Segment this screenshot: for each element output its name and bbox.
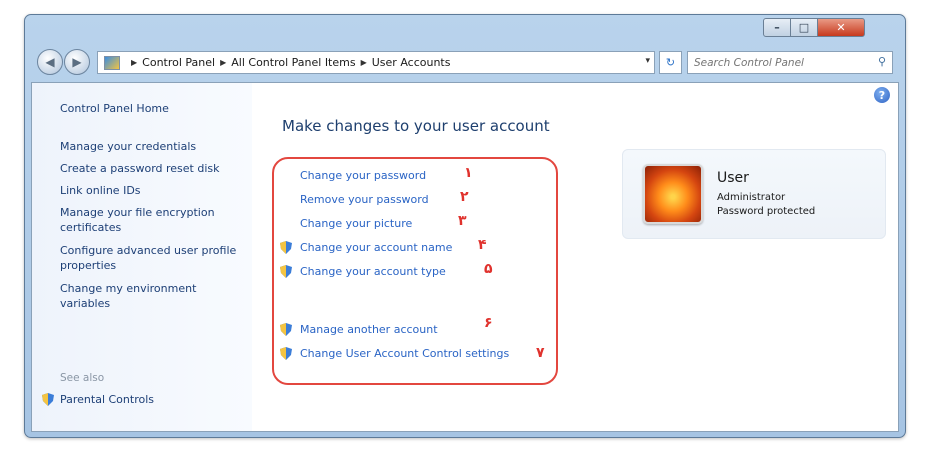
breadcrumb-separator-icon: ▶ bbox=[220, 58, 227, 67]
step-number-4: ۴ bbox=[478, 237, 487, 253]
close-icon: ✕ bbox=[836, 21, 846, 34]
uac-shield-icon bbox=[280, 323, 292, 336]
breadcrumb-separator-icon: ▶ bbox=[360, 58, 367, 67]
refresh-icon: ↻ bbox=[665, 56, 676, 69]
sidebar-link-reset-disk[interactable]: Create a password reset disk bbox=[60, 161, 240, 176]
task-change-picture[interactable]: Change your picture bbox=[280, 217, 412, 230]
task-label: Change your picture bbox=[300, 217, 413, 230]
task-label: Remove your password bbox=[300, 193, 429, 206]
address-bar[interactable]: ▶ Control Panel ▶ All Control Panel Item… bbox=[97, 51, 655, 74]
minimize-button[interactable]: – bbox=[763, 18, 791, 37]
step-number-3: ٣ bbox=[458, 213, 467, 229]
back-arrow-icon: ◀ bbox=[45, 55, 55, 69]
task-uac-settings[interactable]: Change User Account Control settings bbox=[280, 347, 509, 360]
task-label: Change your password bbox=[300, 169, 427, 182]
step-number-7: ٧ bbox=[536, 345, 545, 361]
close-button[interactable]: ✕ bbox=[817, 18, 865, 37]
task-label: Change your account type bbox=[300, 265, 446, 278]
title-bar: – □ ✕ bbox=[25, 15, 905, 41]
address-dropdown-icon[interactable]: ▾ bbox=[645, 56, 650, 66]
breadcrumb-separator-icon: ▶ bbox=[131, 58, 138, 67]
forward-button[interactable]: ▶ bbox=[64, 49, 90, 75]
sidebar-link-profile-properties[interactable]: Configure advanced user profile properti… bbox=[60, 243, 240, 273]
search-icon[interactable]: ⚲ bbox=[878, 55, 886, 68]
sidebar: Control Panel Home Manage your credentia… bbox=[32, 83, 252, 431]
task-label: Change User Account Control settings bbox=[300, 347, 510, 360]
parental-controls-link[interactable]: Parental Controls bbox=[42, 393, 154, 406]
back-button[interactable]: ◀ bbox=[37, 49, 63, 75]
step-number-2: ٢ bbox=[460, 189, 469, 205]
task-manage-another-account[interactable]: Manage another account bbox=[280, 323, 438, 336]
control-panel-window: – □ ✕ ◀ ▶ ▶ Control Panel ▶ All Control … bbox=[24, 14, 906, 438]
user-name: User bbox=[717, 170, 749, 186]
parental-controls-label: Parental Controls bbox=[60, 393, 154, 406]
user-avatar[interactable] bbox=[643, 164, 703, 224]
step-number-1: ١ bbox=[464, 165, 473, 181]
uac-shield-icon bbox=[280, 347, 292, 360]
control-panel-icon bbox=[104, 55, 120, 70]
uac-shield-icon bbox=[280, 265, 292, 278]
task-label: Manage another account bbox=[300, 323, 438, 336]
shield-icon bbox=[42, 393, 54, 406]
sidebar-link-credentials[interactable]: Manage your credentials bbox=[60, 139, 240, 154]
task-change-account-name[interactable]: Change your account name bbox=[280, 241, 452, 254]
navigation-bar: ◀ ▶ ▶ Control Panel ▶ All Control Panel … bbox=[31, 46, 897, 78]
maximize-icon: □ bbox=[798, 21, 810, 34]
breadcrumb-control-panel[interactable]: Control Panel bbox=[142, 56, 215, 69]
step-number-5: ۵ bbox=[484, 261, 493, 277]
sidebar-home-link[interactable]: Control Panel Home bbox=[60, 101, 240, 116]
task-change-password[interactable]: Change your password bbox=[280, 169, 426, 182]
page-title: Make changes to your user account bbox=[282, 117, 550, 135]
sidebar-link-encryption[interactable]: Manage your file encryption certificates bbox=[60, 205, 240, 235]
help-icon[interactable]: ? bbox=[874, 87, 890, 103]
sidebar-link-environment[interactable]: Change my environment variables bbox=[60, 281, 240, 311]
search-input[interactable] bbox=[688, 55, 866, 70]
user-role: Administrator bbox=[717, 192, 786, 203]
search-box[interactable]: ⚲ bbox=[687, 51, 893, 74]
maximize-button[interactable]: □ bbox=[790, 18, 818, 37]
user-password-status: Password protected bbox=[717, 206, 816, 217]
see-also-heading: See also bbox=[60, 372, 105, 384]
uac-shield-icon bbox=[280, 241, 292, 254]
task-remove-password[interactable]: Remove your password bbox=[280, 193, 429, 206]
step-number-6: ۶ bbox=[484, 315, 493, 331]
sidebar-link-online-ids[interactable]: Link online IDs bbox=[60, 183, 240, 198]
content-area: Control Panel Home Manage your credentia… bbox=[31, 82, 899, 432]
task-label: Change your account name bbox=[300, 241, 453, 254]
user-account-card: User Administrator Password protected bbox=[622, 149, 886, 239]
minimize-icon: – bbox=[774, 21, 780, 34]
task-change-account-type[interactable]: Change your account type bbox=[280, 265, 446, 278]
breadcrumb-user-accounts[interactable]: User Accounts bbox=[372, 56, 451, 69]
forward-arrow-icon: ▶ bbox=[72, 55, 82, 69]
breadcrumb-all-items[interactable]: All Control Panel Items bbox=[231, 56, 355, 69]
refresh-button[interactable]: ↻ bbox=[659, 51, 682, 74]
